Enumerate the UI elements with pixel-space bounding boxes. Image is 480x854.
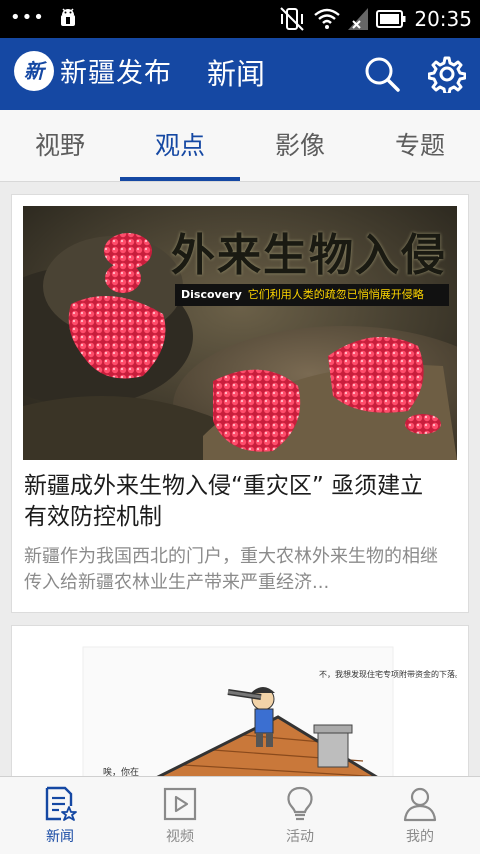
settings-button[interactable] <box>427 54 467 94</box>
nav-news[interactable]: 新闻 <box>0 777 120 854</box>
cartoon-illustration: 不，我想发现住宅专项附带资金的下落。 唉，你在 <box>23 637 457 776</box>
nav-profile[interactable]: 我的 <box>360 777 480 854</box>
image-overlay-title: 外来生物入侵 <box>171 230 447 281</box>
menu-dots-icon: ••• <box>10 7 45 28</box>
tab-zhuanti[interactable]: 专题 <box>360 110 480 181</box>
tab-guandian[interactable]: 观点 <box>120 110 240 181</box>
article-image: 外来生物入侵 Discovery 它们利用人类的疏忽已悄悄展开侵略 <box>23 206 457 460</box>
article-title[interactable]: 新疆成外来生物入侵“重灾区” 亟须建立有效防控机制 <box>24 471 444 533</box>
cartoon-speech-left: 唉，你在 <box>103 766 139 776</box>
image-overlay-banner: Discovery 它们利用人类的疏忽已悄悄展开侵略 <box>175 284 449 306</box>
page-title: 新闻 <box>207 57 266 91</box>
article-card[interactable]: 外来生物入侵 Discovery 它们利用人类的疏忽已悄悄展开侵略 新疆成外来生物… <box>11 194 469 613</box>
clock: 20:35 <box>414 7 472 31</box>
search-button[interactable] <box>362 54 402 94</box>
image-overlay-brand: Discovery <box>181 288 242 301</box>
status-bar: ••• 20:35 <box>0 0 480 38</box>
news-icon <box>45 786 77 821</box>
video-icon <box>163 787 197 821</box>
no-signal-icon <box>348 8 369 30</box>
app-logo: 新 <box>14 51 54 91</box>
news-feed[interactable]: 外来生物入侵 Discovery 它们利用人类的疏忽已悄悄展开侵略 新疆成外来生物… <box>0 182 480 776</box>
cartoon-speech-right: 不，我想发现住宅专项附带资金的下落。 <box>319 669 457 679</box>
android-debug-icon <box>60 8 75 26</box>
image-overlay-caption: 它们利用人类的疏忽已悄悄展开侵略 <box>247 288 424 301</box>
vibrate-off-icon <box>280 7 305 31</box>
nav-news-label: 新闻 <box>46 829 74 845</box>
settings-gear-icon <box>428 56 466 93</box>
wifi-icon <box>314 8 341 29</box>
lightbulb-icon <box>287 786 313 821</box>
brand-title: 新疆发布 <box>60 58 172 89</box>
nav-events[interactable]: 活动 <box>240 777 360 854</box>
app-header: 新 新疆发布 新闻 <box>0 38 480 110</box>
nav-events-label: 活动 <box>286 829 314 845</box>
tab-shiye[interactable]: 视野 <box>0 110 120 181</box>
user-icon <box>403 787 437 822</box>
search-icon <box>365 57 400 92</box>
article-image: 不，我想发现住宅专项附带资金的下落。 唉，你在 <box>23 637 457 776</box>
article-card[interactable]: 不，我想发现住宅专项附带资金的下落。 唉，你在 <box>11 625 469 776</box>
tab-yingxiang[interactable]: 影像 <box>240 110 360 181</box>
article-summary: 新疆作为我国西北的门户，重大农林外来生物的相继传入给新疆农林业生产带来严重经济.… <box>24 546 438 593</box>
nav-profile-label: 我的 <box>406 829 434 845</box>
nav-video[interactable]: 视频 <box>120 777 240 854</box>
nav-video-label: 视频 <box>166 829 194 845</box>
bottom-navigation: 新闻 视频 活动 我的 <box>0 776 480 854</box>
category-tabs: 视野 观点 影像 专题 <box>0 110 480 182</box>
battery-icon <box>376 10 406 28</box>
